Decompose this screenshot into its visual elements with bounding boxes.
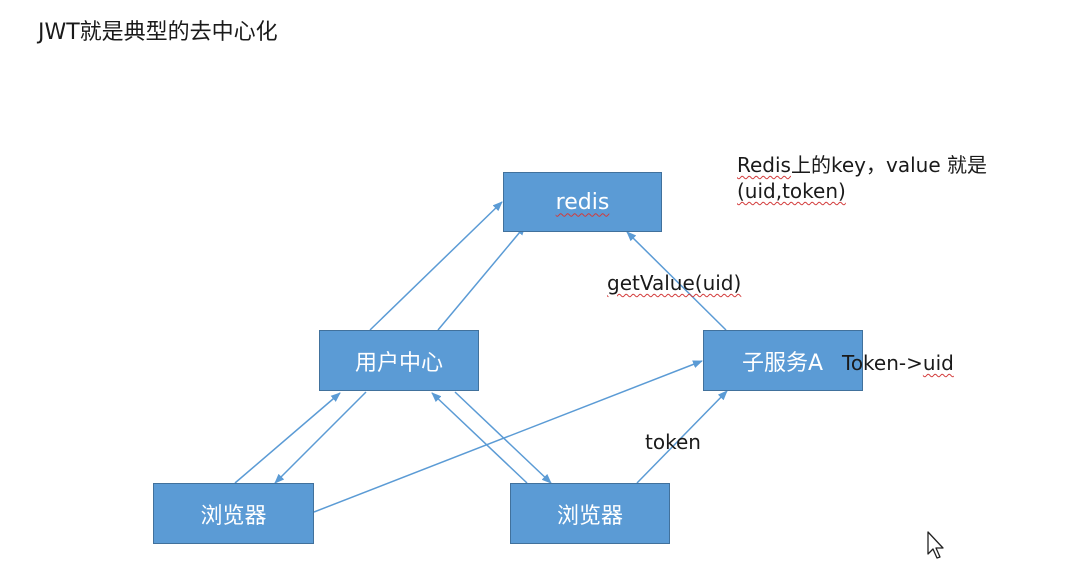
node-service-a-label: 子服务A [742, 350, 824, 376]
redis-note-line1: Redis上的key，value 就是 [737, 152, 987, 178]
node-redis-label: redis [555, 189, 610, 215]
node-browser-left[interactable]: 浏览器 [153, 483, 314, 544]
node-service-a[interactable]: 子服务A [703, 330, 863, 391]
node-user-center[interactable]: 用户中心 [319, 330, 479, 391]
node-browser-right[interactable]: 浏览器 [510, 483, 670, 544]
node-user-center-label: 用户中心 [354, 350, 443, 376]
node-redis[interactable]: redis [503, 172, 662, 232]
token-label: token [645, 430, 701, 454]
token-to-uid-label: Token->uid [842, 350, 954, 376]
arrow-usercenter-to-redis-2 [437, 225, 526, 331]
mouse-pointer-icon [927, 531, 944, 559]
redis-note-line2: (uid,token) [737, 179, 846, 203]
get-value-label: getValue(uid) [607, 271, 742, 295]
redis-note-line1-rest: 上的key，value 就是 [790, 153, 987, 177]
node-browser-left-label: 浏览器 [200, 503, 267, 529]
token-to-uid-suffix: uid [922, 351, 954, 375]
arrow-usercenter-to-browser-right [454, 391, 552, 484]
node-browser-right-label: 浏览器 [556, 503, 623, 529]
arrow-usercenter-to-redis-1 [369, 201, 503, 331]
arrow-browser-right-to-usercenter [431, 392, 528, 484]
redis-note-redis-word: Redis [737, 153, 791, 177]
redis-note: Redis上的key，value 就是 (uid,token) [737, 152, 987, 204]
token-to-uid-prefix: Token-> [842, 351, 923, 375]
